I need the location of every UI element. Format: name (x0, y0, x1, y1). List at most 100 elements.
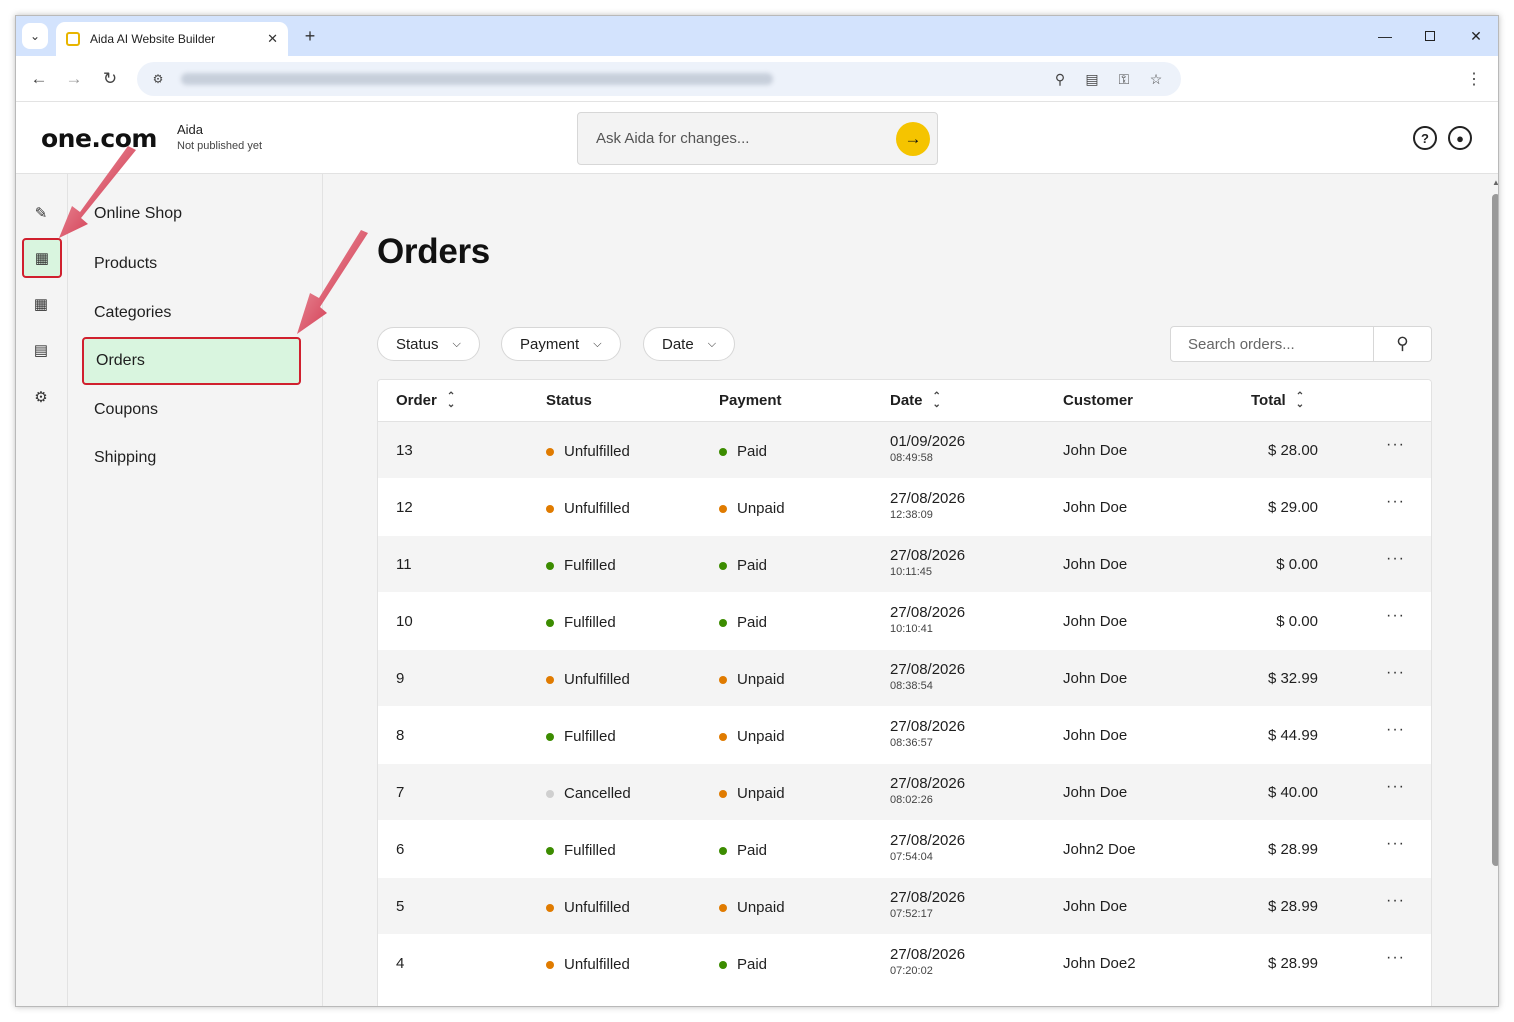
scroll-thumb[interactable] (1492, 194, 1498, 866)
more-horizontal-icon[interactable]: ··· (1386, 664, 1405, 682)
order-number[interactable]: 11 (396, 556, 412, 573)
subnav-section-online-shop[interactable]: Online Shop (94, 205, 182, 223)
tab-search-button[interactable]: ⌄ (22, 23, 48, 49)
subnav-item-shipping[interactable]: Shipping (94, 449, 156, 467)
minimize-button[interactable]: — (1370, 24, 1400, 48)
scroll-up-icon[interactable]: ▲ (1491, 178, 1498, 188)
more-horizontal-icon[interactable]: ··· (1386, 949, 1405, 967)
scrollbar[interactable]: ▲ (1491, 178, 1498, 1006)
rail-analytics-button[interactable]: ▤ (28, 337, 54, 363)
filter-label: Payment (520, 335, 580, 353)
table-row[interactable]: 5 Unfulfilled Unpaid 27/08/2026 07:52:17 John… (378, 878, 1431, 935)
column-date[interactable]: Date ⌃ ⌄ (890, 391, 941, 409)
order-total: $ 28.99 (1267, 898, 1318, 915)
order-date: 27/08/2026 08:38:54 (890, 661, 965, 692)
address-bar[interactable]: ⚙ ⚲ ▤ ⚿ ☆ (137, 62, 1181, 96)
column-order[interactable]: Order ⌃ ⌄ (396, 391, 455, 409)
order-date-day: 27/08/2026 (890, 604, 966, 621)
order-number[interactable]: 7 (396, 784, 404, 801)
order-number[interactable]: 13 (396, 442, 413, 459)
subnav-item-orders[interactable]: Orders (82, 337, 301, 385)
browser-menu-button[interactable]: ⋮ (1466, 68, 1482, 90)
chart-icon: ▤ (33, 342, 49, 359)
order-date-time: 10:11:45 (890, 566, 933, 578)
rail-editor-button[interactable]: ✎ (28, 200, 54, 226)
ask-send-button[interactable]: → (896, 122, 930, 156)
browser-tab[interactable]: Aida AI Website Builder ✕ (56, 22, 288, 56)
order-number[interactable]: 12 (396, 499, 413, 516)
browser-window: ⌄ Aida AI Website Builder ✕ + — ✕ ← → ↻ … (15, 15, 1499, 1007)
payment-text: Unpaid (737, 728, 785, 745)
order-number[interactable]: 8 (396, 727, 404, 744)
gear-icon: ⚙ (34, 389, 48, 406)
more-horizontal-icon[interactable]: ··· (1386, 607, 1405, 625)
table-row[interactable]: 6 Fulfilled Paid 27/08/2026 07:54:04 John2 Do… (378, 821, 1431, 878)
back-button[interactable]: ← (28, 68, 50, 90)
forward-button[interactable]: → (63, 68, 85, 90)
status-text: Fulfilled (564, 614, 616, 631)
close-icon[interactable]: ✕ (267, 31, 278, 47)
more-horizontal-icon[interactable]: ··· (1386, 550, 1405, 568)
subnav-item-products[interactable]: Products (94, 255, 157, 273)
order-number[interactable]: 4 (396, 955, 404, 972)
table-row[interactable]: 12 Unfulfilled Unpaid 27/08/2026 12:38:09 Joh… (378, 479, 1431, 536)
maximize-button[interactable] (1415, 24, 1445, 48)
order-customer: John Doe (1063, 898, 1128, 915)
plus-icon: + (304, 25, 316, 46)
filter-status[interactable]: Status ⌵ (377, 327, 480, 361)
table-row[interactable]: 13 Unfulfilled Paid 01/09/2026 08:49:58 John … (378, 422, 1431, 479)
ask-aida-input[interactable] (596, 130, 886, 147)
rail-settings-button[interactable]: ⚙ (28, 384, 54, 410)
order-date-time: 12:38:09 (890, 509, 933, 521)
order-number[interactable]: 5 (396, 898, 404, 915)
table-row[interactable]: 11 Fulfilled Paid 27/08/2026 10:11:45 John Do… (378, 536, 1431, 593)
rail-shop-button[interactable]: ▦ (22, 238, 62, 278)
subnav-item-coupons[interactable]: Coupons (94, 401, 158, 419)
app-header: one.com Aida Not published yet → ? ● (16, 102, 1498, 174)
filter-date[interactable]: Date ⌵ (643, 327, 736, 361)
order-number[interactable]: 9 (396, 670, 404, 687)
rail-bookings-button[interactable]: ▦ (28, 291, 54, 317)
bookmark-star-icon[interactable]: ☆ (1145, 68, 1167, 90)
more-vertical-icon: ⋮ (1466, 71, 1482, 88)
payment-status: Paid (719, 842, 767, 859)
logo[interactable]: one.com (41, 124, 157, 153)
status-dot-icon (546, 789, 554, 798)
site-info-icon[interactable]: ⚙ (147, 68, 169, 90)
column-payment: Payment (719, 392, 782, 409)
order-status: Fulfilled (546, 728, 616, 745)
help-icon[interactable]: ? (1413, 126, 1437, 150)
status-text: Fulfilled (564, 557, 616, 574)
more-horizontal-icon[interactable]: ··· (1386, 436, 1405, 454)
order-number[interactable]: 6 (396, 841, 404, 858)
account-icon[interactable]: ● (1448, 126, 1472, 150)
close-window-button[interactable]: ✕ (1461, 24, 1491, 48)
zoom-icon[interactable]: ⚲ (1049, 68, 1071, 90)
search-input[interactable] (1188, 335, 1363, 353)
orders-table: Order ⌃ ⌄ Status Payment Date ⌃ ⌄ Customer T… (377, 379, 1432, 1006)
table-row[interactable]: 4 Unfulfilled Paid 27/08/2026 07:20:02 John D… (378, 935, 1431, 992)
more-horizontal-icon[interactable]: ··· (1386, 835, 1405, 853)
column-customer: Customer (1063, 392, 1133, 409)
column-total[interactable]: Total ⌃ ⌄ (1251, 391, 1304, 409)
table-row[interactable]: 10 Fulfilled Paid 27/08/2026 10:10:41 John Do… (378, 593, 1431, 650)
more-horizontal-icon[interactable]: ··· (1386, 493, 1405, 511)
table-row[interactable]: 9 Unfulfilled Unpaid 27/08/2026 08:38:54 John… (378, 650, 1431, 707)
more-horizontal-icon[interactable]: ··· (1386, 892, 1405, 910)
more-horizontal-icon[interactable]: ··· (1386, 721, 1405, 739)
reload-button[interactable]: ↻ (99, 68, 121, 90)
table-row[interactable]: 7 Cancelled Unpaid 27/08/2026 08:02:26 John D… (378, 764, 1431, 821)
more-horizontal-icon[interactable]: ··· (1386, 778, 1405, 796)
new-tab-button[interactable]: + (298, 24, 322, 48)
order-number[interactable]: 10 (396, 613, 413, 630)
order-status: Unfulfilled (546, 500, 630, 517)
maximize-icon (1425, 31, 1435, 41)
table-row[interactable]: 8 Fulfilled Unpaid 27/08/2026 08:36:57 John D… (378, 707, 1431, 764)
subnav-item-categories[interactable]: Categories (94, 304, 171, 322)
order-date: 27/08/2026 10:10:41 (890, 604, 965, 635)
payment-status: Unpaid (719, 899, 785, 916)
search-button[interactable]: ⚲ (1373, 327, 1431, 361)
filter-payment[interactable]: Payment ⌵ (501, 327, 621, 361)
password-key-icon[interactable]: ⚿ (1113, 68, 1135, 90)
install-app-icon[interactable]: ▤ (1081, 68, 1103, 90)
